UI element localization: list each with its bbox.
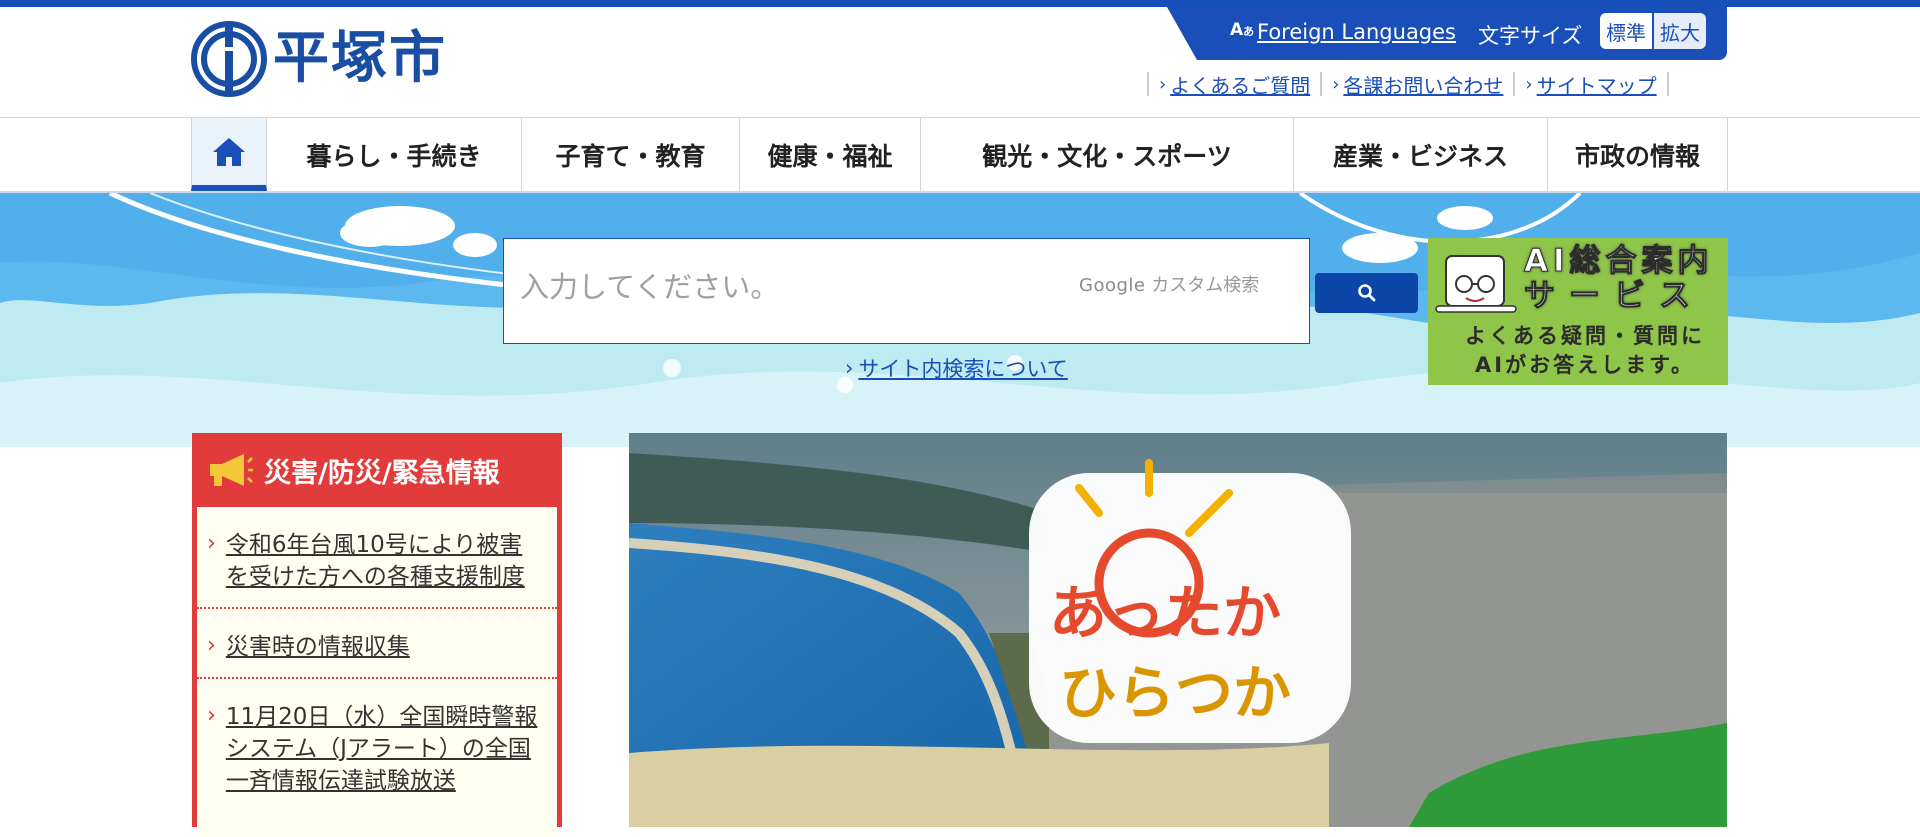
emergency-header: 災害/防災/緊急情報: [192, 433, 562, 507]
search-box: Google カスタム検索: [503, 238, 1310, 344]
chevron-right-icon: ›: [207, 703, 216, 728]
emergency-info-panel: 災害/防災/緊急情報 › 令和6年台風10号により被害を受けた方への各種支援制度…: [192, 433, 562, 837]
logo-text: 平塚市: [273, 26, 447, 91]
list-item[interactable]: › 11月20日（水）全国瞬時警報システム（Jアラート）の全国一斉情報伝達試験放…: [197, 679, 557, 811]
global-nav: 暮らし・手続き 子育て・教育 健康・福祉 観光・文化・スポーツ 産業・ビジネス …: [0, 117, 1920, 194]
nav-tourism-culture-sports[interactable]: 観光・文化・スポーツ: [921, 118, 1294, 191]
header-sub-links: › よくあるご質問 › 各課お問い合わせ › サイトマップ: [1147, 72, 1669, 98]
sitemap-link[interactable]: › サイトマップ: [1513, 72, 1669, 98]
list-item[interactable]: › 災害時の情報収集: [197, 609, 557, 679]
home-icon: [213, 137, 245, 166]
search-input[interactable]: [518, 264, 1042, 310]
ai-banner-title: AI総合案内 サービス: [1524, 243, 1714, 314]
top-accent-bar: [0, 0, 1920, 7]
search-icon: [1357, 284, 1375, 302]
department-contact-link[interactable]: › 各課お問い合わせ: [1320, 72, 1513, 98]
chevron-right-icon: ›: [1159, 73, 1167, 95]
aerial-city-image: あったか ひらつか: [629, 433, 1727, 827]
nav-living-procedures[interactable]: 暮らし・手続き: [267, 118, 522, 191]
chevron-right-icon: ›: [845, 356, 854, 380]
search-about-link[interactable]: › サイト内検索について: [845, 353, 1068, 383]
emergency-list: › 令和6年台風10号により被害を受けた方への各種支援制度 › 災害時の情報収集…: [197, 507, 557, 837]
font-size-standard-button[interactable]: 標準: [1600, 13, 1652, 49]
banner-logo-line1: あったか: [1049, 579, 1281, 647]
language-icon: Aあ: [1230, 20, 1255, 40]
main-visual-banner[interactable]: あったか ひらつか: [629, 433, 1727, 827]
banner-logo-line2: ひらつか: [1059, 659, 1291, 727]
google-custom-search-label: Google カスタム検索: [1079, 275, 1260, 296]
megaphone-icon: [210, 454, 253, 486]
nav-health-welfare[interactable]: 健康・福祉: [740, 118, 921, 191]
font-size-label: 文字サイズ: [1478, 24, 1583, 48]
city-emblem-icon: [191, 21, 267, 97]
nav-childcare-education[interactable]: 子育て・教育: [522, 118, 740, 191]
faq-link[interactable]: › よくあるご質問: [1147, 72, 1320, 98]
ai-banner-subtitle: よくある疑問・質問に AIがお答えします。: [1465, 324, 1705, 377]
chevron-right-icon: ›: [207, 633, 216, 658]
nav-city-government[interactable]: 市政の情報: [1548, 118, 1728, 191]
nav-industry-business[interactable]: 産業・ビジネス: [1294, 118, 1548, 191]
ai-guide-banner[interactable]: AI総合案内 サービス よくある疑問・質問に AIがお答えします。: [1428, 238, 1728, 385]
utility-bar: Aあ Foreign Languages 文字サイズ 標準 拡大: [1167, 7, 1727, 60]
list-item[interactable]: › 令和6年台風10号により被害を受けた方への各種支援制度: [197, 507, 557, 609]
font-size-large-button[interactable]: 拡大: [1654, 13, 1706, 49]
chevron-right-icon: ›: [207, 531, 216, 556]
chevron-right-icon: ›: [1525, 73, 1533, 95]
nav-home[interactable]: [191, 118, 267, 191]
foreign-languages-link[interactable]: Foreign Languages: [1257, 20, 1456, 44]
site-logo[interactable]: 平塚市: [191, 21, 447, 97]
emergency-title: 災害/防災/緊急情報: [264, 457, 500, 489]
ai-character-icon: [1435, 255, 1517, 313]
search-button[interactable]: [1315, 273, 1418, 313]
chevron-right-icon: ›: [1332, 73, 1340, 95]
